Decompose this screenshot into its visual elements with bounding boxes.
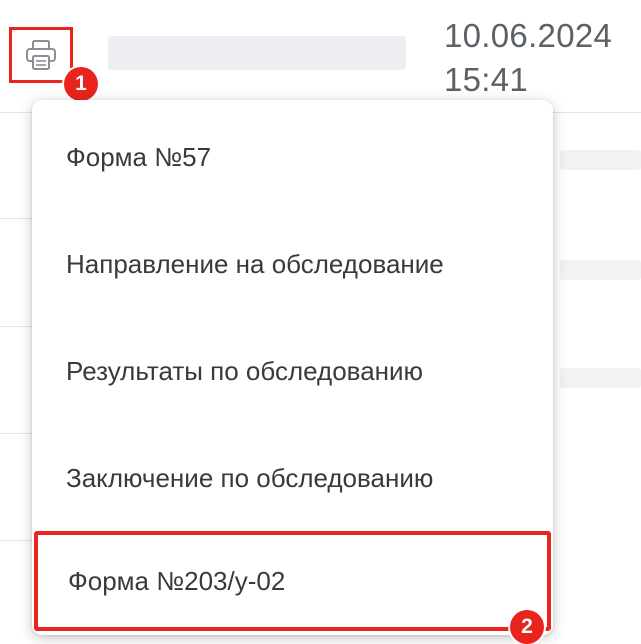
menu-item-form-203-u-02[interactable]: Форма №203/у-02 — [34, 531, 551, 631]
blurred-cell — [560, 260, 641, 280]
patient-name-placeholder — [108, 36, 406, 70]
menu-item-label: Форма №203/у-02 — [68, 565, 286, 596]
blurred-cell — [560, 150, 641, 170]
menu-item-examination-results[interactable]: Результаты по обследованию — [32, 318, 553, 425]
datetime: 10.06.2024 15:41 — [444, 14, 612, 102]
printer-icon — [24, 39, 58, 71]
menu-item-label: Направление на обследование — [66, 249, 444, 279]
annotation-badge-2: 2 — [510, 610, 544, 644]
menu-item-examination-conclusion[interactable]: Заключение по обследованию — [32, 425, 553, 532]
menu-item-label: Результаты по обследованию — [66, 356, 424, 386]
date-text: 10.06.2024 — [444, 17, 613, 54]
menu-item-form-57[interactable]: Форма №57 — [32, 104, 553, 211]
menu-item-label: Форма №57 — [66, 142, 212, 172]
annotation-badge-1: 1 — [64, 67, 98, 101]
print-dropdown-menu: Форма №57 Направление на обследование Ре… — [32, 100, 553, 635]
blurred-cell — [560, 368, 641, 388]
time-text: 15:41 — [444, 61, 529, 98]
menu-item-referral-examination[interactable]: Направление на обследование — [32, 211, 553, 318]
print-button[interactable] — [9, 27, 73, 83]
menu-item-label: Заключение по обследованию — [66, 463, 434, 493]
